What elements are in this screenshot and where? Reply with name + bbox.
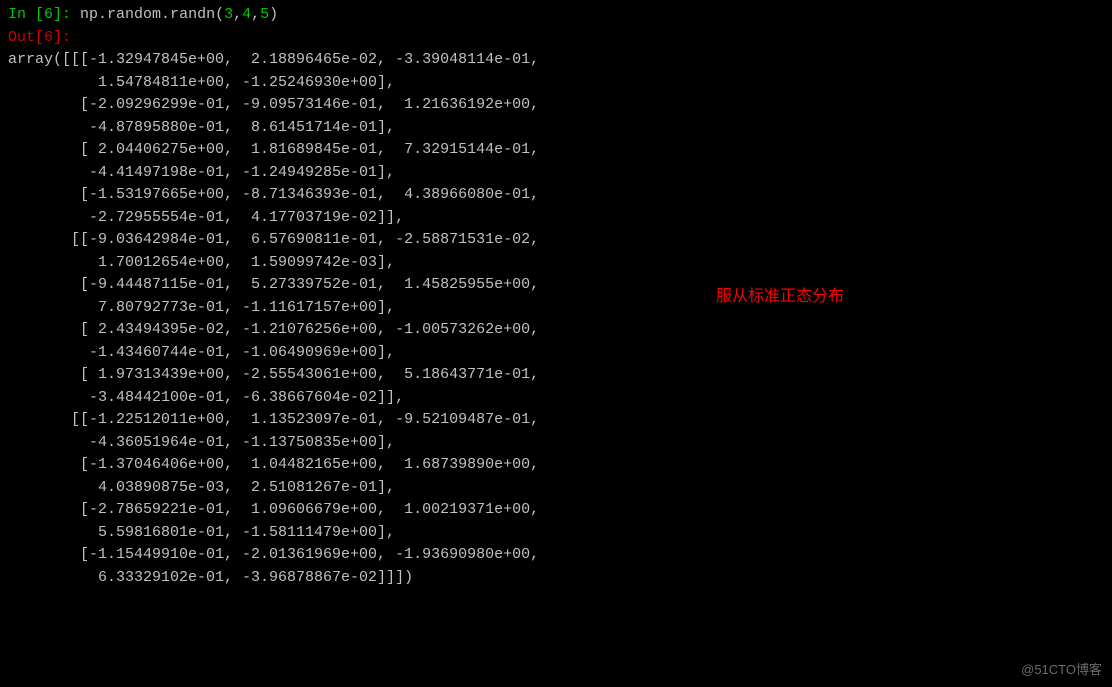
output-line: [ 1.97313439e+00, -2.55543061e+00, 5.186… [8,364,1104,387]
watermark-text: @51CTO博客 [1021,660,1102,680]
input-line: In [6]: np.random.randn(3,4,5) [8,4,1104,27]
out-prompt-number: 6 [44,29,53,46]
command-arg3: 5 [260,6,269,23]
output-line: [-2.09296299e-01, -9.09573146e-01, 1.216… [8,94,1104,117]
output-line: -1.43460744e-01, -1.06490969e+00], [8,342,1104,365]
command-arg2: 4 [242,6,251,23]
command-suffix: ) [269,6,278,23]
annotation-text: 服从标准正态分布 [716,285,844,309]
output-line: [-2.78659221e-01, 1.09606679e+00, 1.0021… [8,499,1104,522]
output-line: -3.48442100e-01, -6.38667604e-02]], [8,387,1104,410]
command-sep2: , [251,6,260,23]
output-line: 4.03890875e-03, 2.51081267e-01], [8,477,1104,500]
output-line: array([[[-1.32947845e+00, 2.18896465e-02… [8,49,1104,72]
output-line: [-1.37046406e+00, 1.04482165e+00, 1.6873… [8,454,1104,477]
out-prompt-close: ]: [53,29,71,46]
output-line: 7.80792773e-01, -1.11617157e+00], [8,297,1104,320]
output-line: [-9.44487115e-01, 5.27339752e-01, 1.4582… [8,274,1104,297]
output-line: -4.87895880e-01, 8.61451714e-01], [8,117,1104,140]
output-line: -4.36051964e-01, -1.13750835e+00], [8,432,1104,455]
output-line: 6.33329102e-01, -3.96878867e-02]]]) [8,567,1104,590]
output-line: [ 2.04406275e+00, 1.81689845e-01, 7.3291… [8,139,1104,162]
output-line: -2.72955554e-01, 4.17703719e-02]], [8,207,1104,230]
command-sep1: , [233,6,242,23]
command-arg1: 3 [224,6,233,23]
output-line: 1.54784811e+00, -1.25246930e+00], [8,72,1104,95]
output-line: 1.70012654e+00, 1.59099742e-03], [8,252,1104,275]
output-line: [ 2.43494395e-02, -1.21076256e+00, -1.00… [8,319,1104,342]
output-line: [[-1.22512011e+00, 1.13523097e-01, -9.52… [8,409,1104,432]
output-line: -4.41497198e-01, -1.24949285e-01], [8,162,1104,185]
out-prompt-label: Out[ [8,29,44,46]
output-line: [-1.53197665e+00, -8.71346393e-01, 4.389… [8,184,1104,207]
in-prompt-number: 6 [44,6,53,23]
in-prompt-label: In [ [8,6,44,23]
output-line: [[-9.03642984e-01, 6.57690811e-01, -2.58… [8,229,1104,252]
command-prefix: np.random.randn( [80,6,224,23]
output-line: [-1.15449910e-01, -2.01361969e+00, -1.93… [8,544,1104,567]
output-prompt-line: Out[6]: [8,27,1104,50]
output-line: 5.59816801e-01, -1.58111479e+00], [8,522,1104,545]
in-prompt-close: ]: [53,6,80,23]
